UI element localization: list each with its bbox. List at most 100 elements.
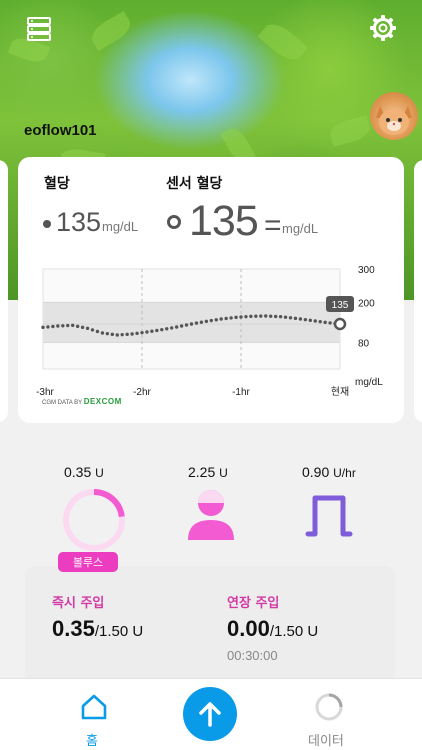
data-point — [105, 331, 110, 336]
bolus-amount: 0.35 U — [64, 464, 104, 480]
trend-arrow: = — [264, 209, 282, 242]
previous-card-peek[interactable] — [0, 160, 8, 422]
data-point — [278, 314, 283, 319]
y-tick-label: 200 — [358, 298, 375, 309]
nav-data-label: 데이터 — [308, 734, 344, 749]
loading-ring-icon — [315, 693, 343, 721]
bolus-badge[interactable]: 볼루스 — [58, 552, 118, 572]
glucose-chart[interactable]: 300 200 80 mg/dL -3hr -2hr -1hr 현재 135 — [18, 257, 404, 397]
data-point — [293, 316, 298, 321]
cgm-source: CGM DATA BY DEXCOM — [42, 397, 122, 406]
data-point — [46, 325, 50, 329]
data-point — [288, 316, 293, 320]
data-point — [318, 319, 322, 324]
data-point — [209, 318, 213, 323]
data-point — [90, 328, 95, 332]
bolus-amount-unit: U — [95, 466, 104, 480]
data-point — [85, 326, 90, 331]
bolus-progress-ring-icon[interactable] — [59, 485, 129, 555]
data-point — [194, 321, 199, 325]
data-point — [51, 324, 55, 329]
latest-data-point — [333, 317, 347, 331]
data-point — [303, 317, 308, 322]
leaf-decoration — [87, 10, 135, 52]
data-point — [160, 327, 164, 332]
avatar[interactable] — [370, 92, 418, 140]
sensor-glucose-unit: mg/dL — [282, 221, 319, 236]
data-point — [170, 326, 174, 330]
extended-infusion-amount: 0.00/1.50 U — [227, 616, 318, 642]
y-tick-label: 80 — [358, 338, 370, 349]
data-point — [264, 314, 268, 318]
data-point — [224, 316, 228, 321]
data-point — [61, 324, 65, 328]
basal-rate-unit: U/hr — [333, 466, 356, 480]
data-point — [234, 315, 238, 320]
extended-infusion-value: 0.00 — [227, 616, 270, 641]
data-point — [283, 315, 288, 319]
glucose-card[interactable]: 혈당 센서 혈당 135 mg/dL 135 = mg/dL 300 200 80 m… — [18, 157, 404, 423]
x-tick-label: -1hr — [232, 387, 250, 397]
data-point — [273, 314, 278, 319]
data-point — [244, 314, 248, 319]
data-point — [95, 329, 100, 334]
data-point — [254, 314, 258, 318]
leaf-decoration — [327, 115, 373, 147]
bolus-amount-value: 0.35 — [64, 464, 92, 480]
basal-rate-value: 0.90 — [302, 464, 330, 480]
data-point — [140, 330, 144, 335]
data-point — [80, 325, 85, 330]
gear-icon[interactable] — [368, 13, 398, 43]
arrow-up-icon — [199, 702, 221, 727]
next-card-peek[interactable] — [414, 160, 422, 422]
sensor-glucose-value: 135 — [189, 197, 259, 245]
data-point — [184, 323, 189, 327]
cgm-source-prefix: CGM DATA BY — [42, 400, 83, 406]
blood-glucose-unit: mg/dL — [102, 219, 139, 234]
data-point — [323, 320, 327, 325]
data-point — [115, 333, 119, 337]
x-tick-label: -2hr — [133, 387, 151, 397]
remaining-amount-value: 2.25 — [188, 464, 216, 480]
data-point — [229, 316, 233, 320]
immediate-infusion-total: /1.50 U — [94, 623, 144, 640]
data-point — [308, 318, 312, 323]
username: eoflow101 — [24, 122, 97, 139]
y-tick-label: 300 — [358, 265, 375, 276]
extended-infusion-time: 00:30:00 — [227, 648, 278, 663]
data-point — [199, 320, 204, 324]
latest-value-label: 135 — [332, 300, 349, 311]
infusion-panel: 즉시 주입 0.35/1.50 U 연장 주입 0.00/1.50 U 00:3… — [25, 566, 395, 682]
extended-infusion-total: /1.50 U — [269, 623, 319, 640]
remaining-amount: 2.25 U — [188, 464, 228, 480]
nav-home[interactable]: 홈 — [74, 687, 114, 749]
data-point — [269, 314, 273, 318]
nav-data[interactable]: 데이터 — [302, 687, 358, 749]
basal-rate: 0.90 U/hr — [302, 464, 356, 480]
cgm-source-brand: DEXCOM — [83, 397, 122, 406]
data-point — [75, 324, 80, 329]
x-tick-label: -3hr — [36, 387, 54, 397]
nav-home-label: 홈 — [86, 734, 98, 749]
extended-infusion-label: 연장 주입 — [227, 596, 280, 611]
data-point — [174, 325, 179, 329]
data-point — [66, 323, 70, 328]
data-point — [298, 317, 303, 321]
data-point — [239, 315, 243, 319]
person-icon — [188, 490, 234, 540]
data-point — [71, 323, 75, 328]
data-point — [328, 321, 332, 325]
data-point — [249, 314, 253, 319]
sensor-glucose-label: 센서 혈당 — [166, 176, 223, 192]
menu-list-icon[interactable] — [24, 14, 54, 44]
dot-icon — [43, 220, 51, 228]
data-point — [204, 319, 209, 324]
bolus-start-button[interactable] — [183, 687, 237, 741]
immediate-infusion-value: 0.35 — [52, 616, 95, 641]
home-icon — [81, 694, 107, 720]
data-point — [189, 322, 194, 326]
data-point — [120, 332, 124, 337]
ring-icon — [167, 215, 181, 229]
leaf-decoration — [257, 18, 309, 66]
remaining-amount-unit: U — [219, 466, 228, 480]
